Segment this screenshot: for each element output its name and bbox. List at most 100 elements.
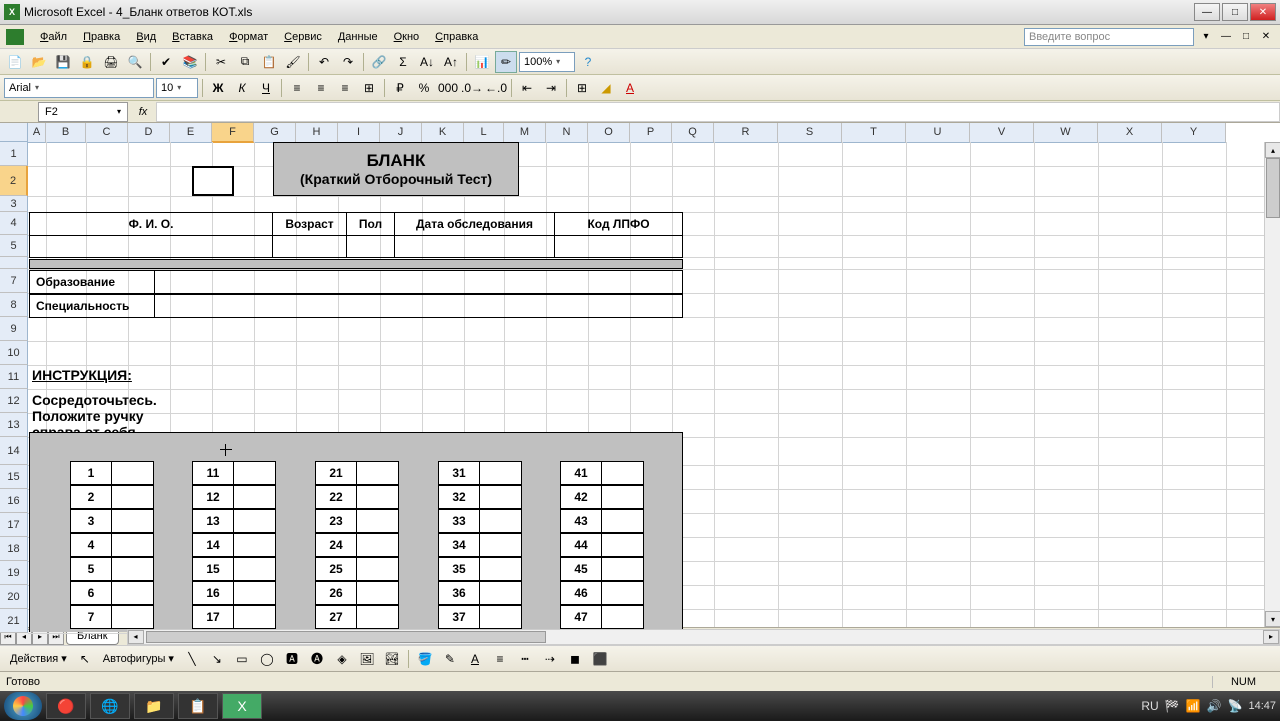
row-header-[interactable] xyxy=(0,257,28,269)
menu-вид[interactable]: Вид xyxy=(128,28,164,46)
bold-icon[interactable]: Ж xyxy=(207,77,229,99)
italic-icon[interactable]: К xyxy=(231,77,253,99)
system-tray[interactable]: RU 🏁 📶 🔊 📡 14:47 xyxy=(1141,699,1276,713)
row-header-15[interactable]: 15 xyxy=(0,465,28,489)
line-icon[interactable]: ╲ xyxy=(181,648,203,670)
tray-network-icon[interactable]: 📡 xyxy=(1228,699,1243,713)
answer-value-43[interactable] xyxy=(602,509,644,533)
open-icon[interactable]: 📂 xyxy=(28,51,50,73)
row-header-21[interactable]: 21 xyxy=(0,609,28,633)
autoshapes-menu[interactable]: Автофигуры ▾ xyxy=(99,652,178,665)
col-header-C[interactable]: C xyxy=(86,123,128,143)
answer-value-5[interactable] xyxy=(112,557,154,581)
answer-value-25[interactable] xyxy=(357,557,399,581)
textbox-icon[interactable]: 🅰 xyxy=(281,648,303,670)
permission-icon[interactable]: 🔒 xyxy=(76,51,98,73)
answer-value-41[interactable] xyxy=(602,461,644,485)
speciality-value[interactable] xyxy=(155,294,683,318)
answer-value-36[interactable] xyxy=(480,581,522,605)
row-header-5[interactable]: 5 xyxy=(0,235,28,257)
menu-сервис[interactable]: Сервис xyxy=(276,28,330,46)
menu-правка[interactable]: Правка xyxy=(75,28,128,46)
help-search-input[interactable] xyxy=(1024,28,1194,46)
fill-color-draw-icon[interactable]: 🪣 xyxy=(414,648,436,670)
row-headers[interactable]: 12345789101112131415161718192021 xyxy=(0,142,28,633)
answer-value-1[interactable] xyxy=(112,461,154,485)
answer-value-4[interactable] xyxy=(112,533,154,557)
menu-формат[interactable]: Формат xyxy=(221,28,276,46)
tray-sound-icon[interactable]: 🔊 xyxy=(1207,699,1222,713)
answer-value-45[interactable] xyxy=(602,557,644,581)
menu-файл[interactable]: Файл xyxy=(32,28,75,46)
col-header-Q[interactable]: Q xyxy=(672,123,714,143)
print-icon[interactable]: 🖨 xyxy=(100,51,122,73)
hscroll-thumb[interactable] xyxy=(146,631,546,643)
diagram-icon[interactable]: ◈ xyxy=(331,648,353,670)
col-header-P[interactable]: P xyxy=(630,123,672,143)
undo-icon[interactable]: ↶ xyxy=(313,51,335,73)
select-objects-icon[interactable]: ↖ xyxy=(74,648,96,670)
col-header-U[interactable]: U xyxy=(906,123,970,143)
line-style-icon[interactable]: ≡ xyxy=(489,648,511,670)
row-header-20[interactable]: 20 xyxy=(0,585,28,609)
inc-indent-icon[interactable]: ⇥ xyxy=(540,77,562,99)
align-left-icon[interactable]: ≡ xyxy=(286,77,308,99)
sort-asc-icon[interactable]: A↓ xyxy=(416,51,438,73)
answer-value-42[interactable] xyxy=(602,485,644,509)
vertical-scrollbar[interactable]: ▴ ▾ xyxy=(1264,142,1280,627)
answer-value-46[interactable] xyxy=(602,581,644,605)
percent-icon[interactable]: % xyxy=(413,77,435,99)
arrow-style-icon[interactable]: ⇢ xyxy=(539,648,561,670)
wordart-icon[interactable]: 🅐 xyxy=(306,648,328,670)
answer-value-47[interactable] xyxy=(602,605,644,629)
tray-flag-icon[interactable]: 🏁 xyxy=(1165,699,1180,713)
row-header-3[interactable]: 3 xyxy=(0,196,28,212)
zoom-select[interactable]: 100%▾ xyxy=(519,52,575,72)
col-header-B[interactable]: B xyxy=(46,123,86,143)
doc-close-button[interactable]: ✕ xyxy=(1258,29,1274,45)
answer-value-11[interactable] xyxy=(234,461,276,485)
row-header-18[interactable]: 18 xyxy=(0,537,28,561)
help-icon[interactable]: ? xyxy=(577,51,599,73)
col-header-S[interactable]: S xyxy=(778,123,842,143)
shadow-icon[interactable]: ◼ xyxy=(564,648,586,670)
row-header-4[interactable]: 4 xyxy=(0,212,28,235)
col-header-M[interactable]: M xyxy=(504,123,546,143)
col-header-W[interactable]: W xyxy=(1034,123,1098,143)
answer-value-26[interactable] xyxy=(357,581,399,605)
cut-icon[interactable]: ✂ xyxy=(210,51,232,73)
col-header-D[interactable]: D xyxy=(128,123,170,143)
scroll-down-icon[interactable]: ▾ xyxy=(1265,611,1280,627)
borders-icon[interactable]: ⊞ xyxy=(571,77,593,99)
clipart-icon[interactable]: 🖼 xyxy=(356,648,378,670)
answer-value-21[interactable] xyxy=(357,461,399,485)
answer-value-17[interactable] xyxy=(234,605,276,629)
actions-menu[interactable]: Действия ▾ xyxy=(6,652,71,665)
save-icon[interactable]: 💾 xyxy=(52,51,74,73)
col-header-J[interactable]: J xyxy=(380,123,422,143)
col-header-O[interactable]: O xyxy=(588,123,630,143)
research-icon[interactable]: 📚 xyxy=(179,51,201,73)
row-header-8[interactable]: 8 xyxy=(0,293,28,317)
row-header-1[interactable]: 1 xyxy=(0,142,28,166)
font-name-select[interactable]: Arial▾ xyxy=(4,78,154,98)
font-size-select[interactable]: 10▾ xyxy=(156,78,198,98)
task-app-1[interactable]: 🔴 xyxy=(46,693,86,719)
formula-input[interactable] xyxy=(156,102,1280,122)
answer-value-31[interactable] xyxy=(480,461,522,485)
row-header-16[interactable]: 16 xyxy=(0,489,28,513)
drawing-toggle-icon[interactable]: ✏ xyxy=(495,51,517,73)
task-explorer[interactable]: 📁 xyxy=(134,693,174,719)
col-header-F[interactable]: F xyxy=(212,123,254,143)
dec-indent-icon[interactable]: ⇤ xyxy=(516,77,538,99)
tray-bluetooth-icon[interactable]: 📶 xyxy=(1186,699,1201,713)
fill-color-icon[interactable]: ◢ xyxy=(595,77,617,99)
row-header-17[interactable]: 17 xyxy=(0,513,28,537)
column-headers[interactable]: ABCDEFGHIJKLMNOPQRSTUVWXY xyxy=(28,123,1226,143)
answer-value-24[interactable] xyxy=(357,533,399,557)
picture-icon[interactable]: 🏞 xyxy=(381,648,403,670)
col-header-A[interactable]: A xyxy=(28,123,46,143)
font-color-draw-icon[interactable]: A xyxy=(464,648,486,670)
menu-справка[interactable]: Справка xyxy=(427,28,486,46)
answer-value-15[interactable] xyxy=(234,557,276,581)
